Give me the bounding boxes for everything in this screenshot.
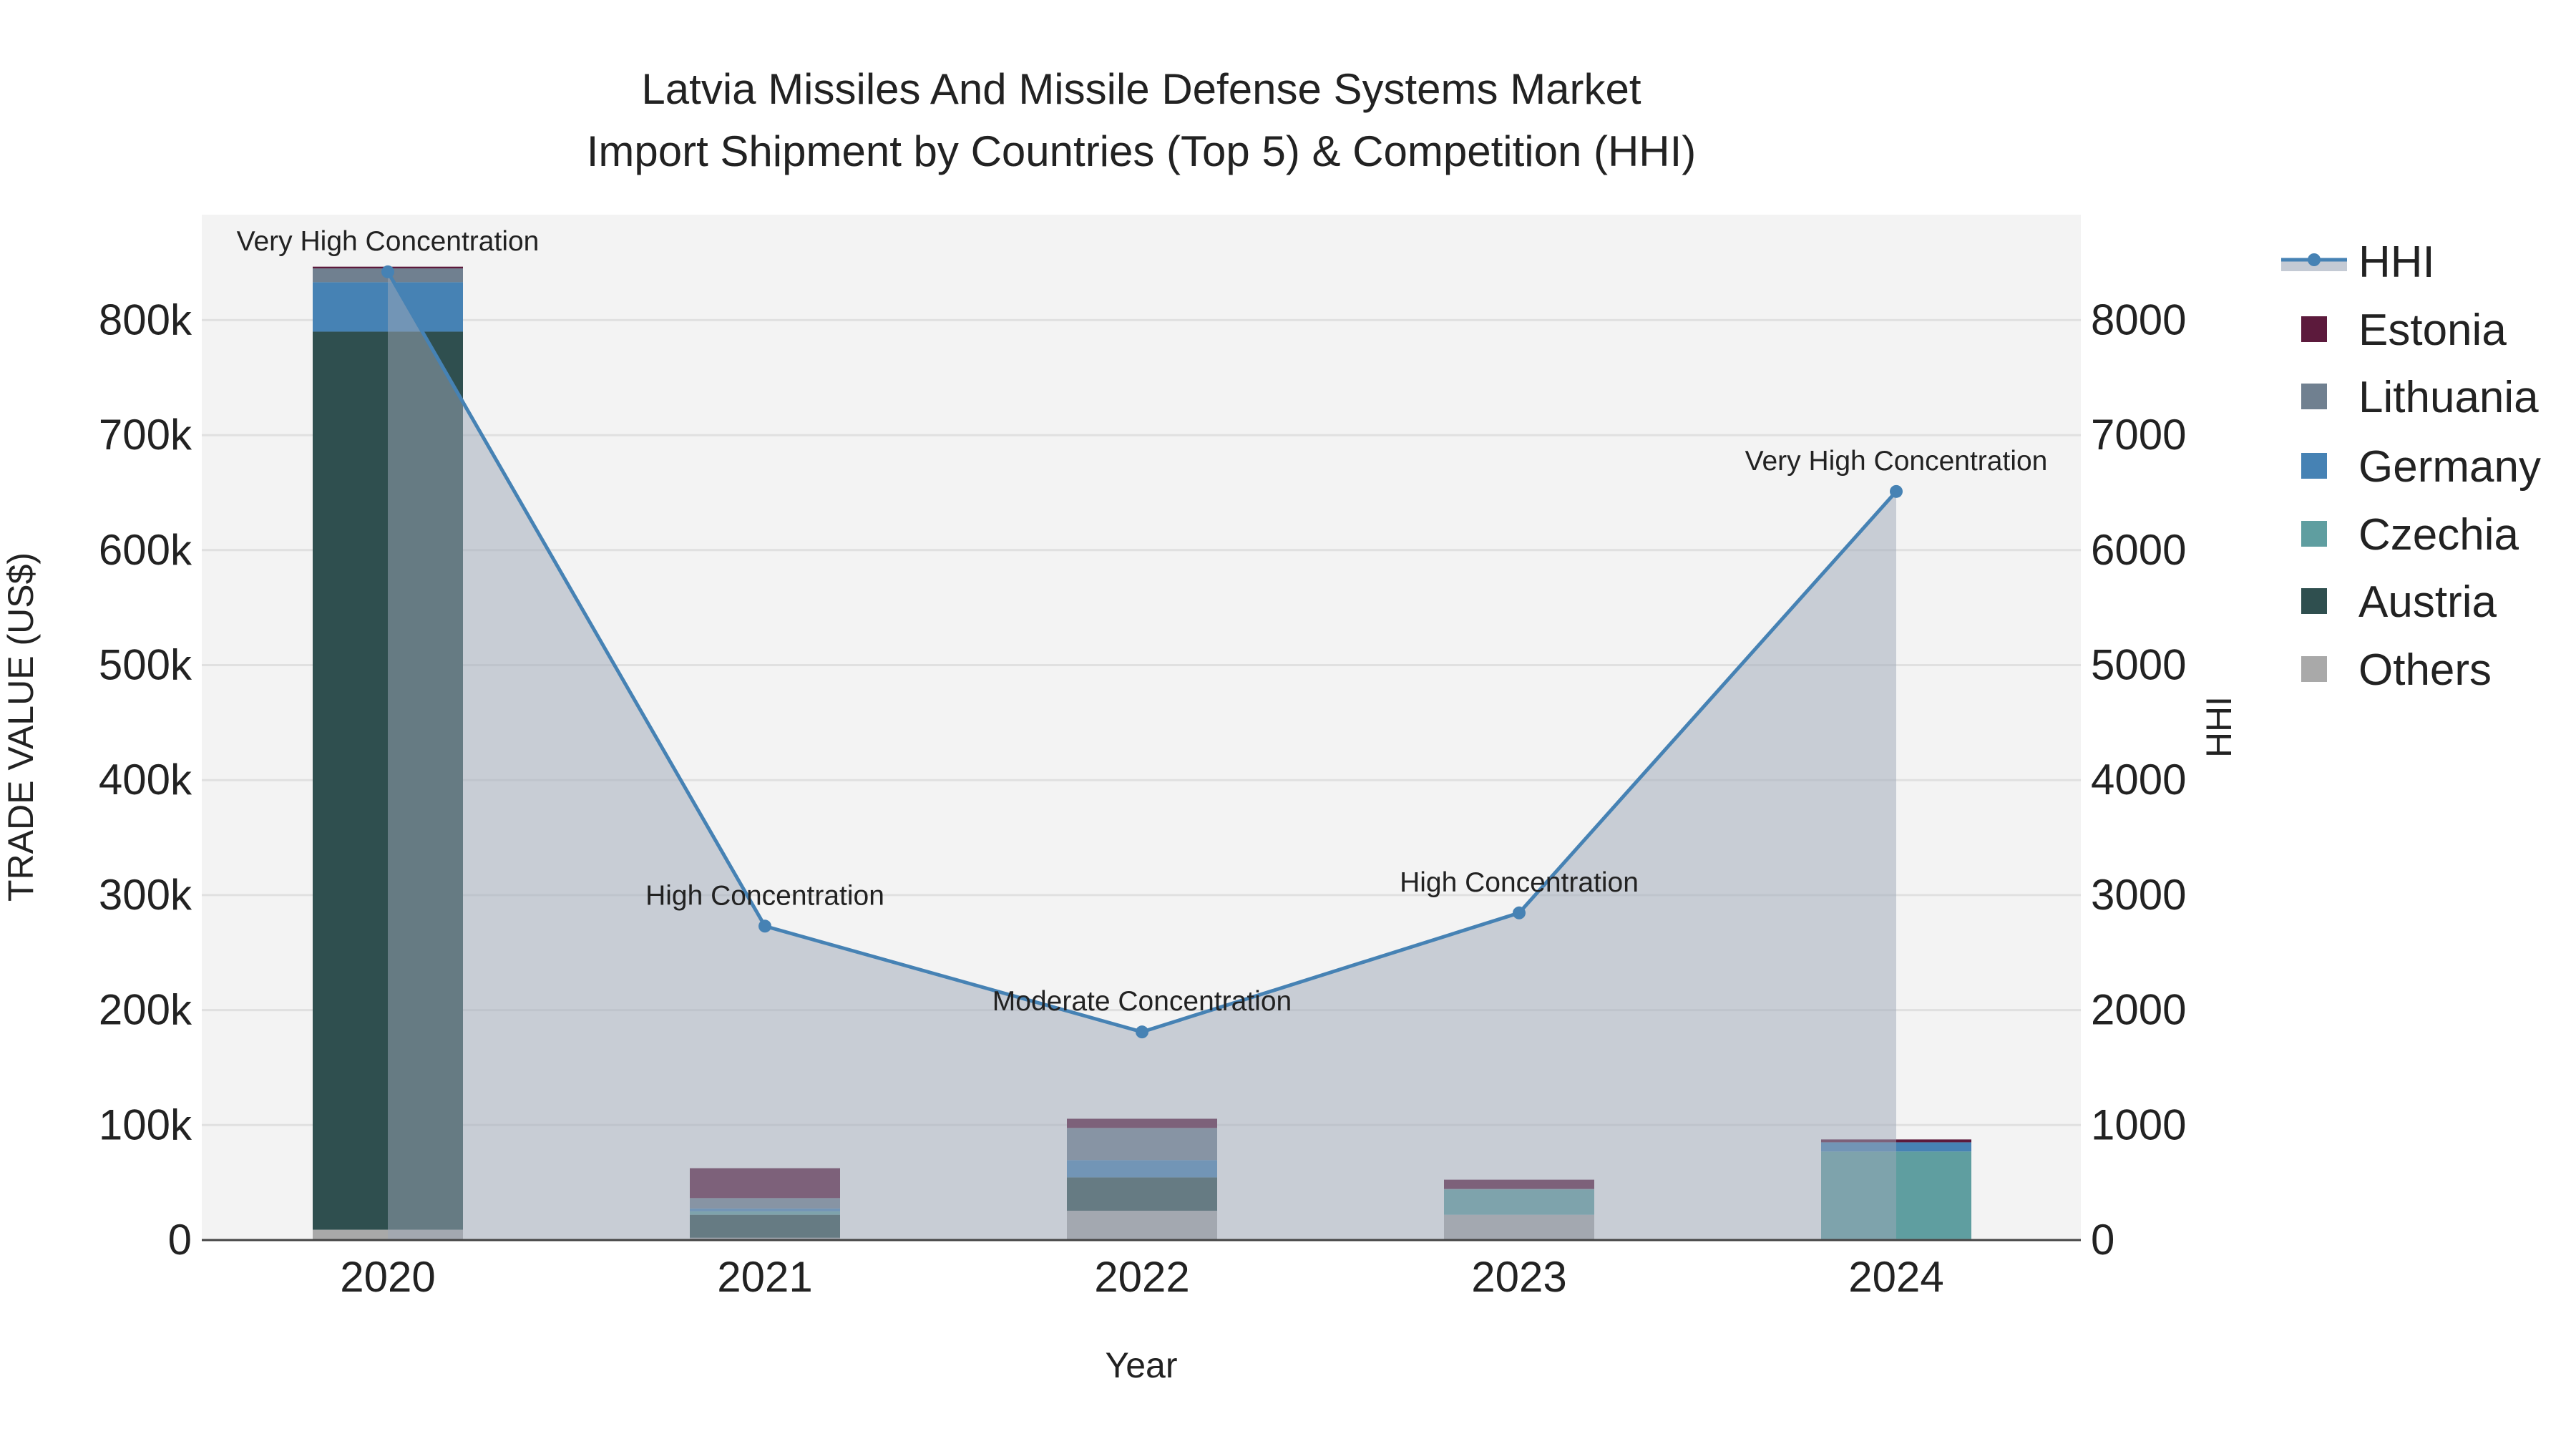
y-tick-label: 600k	[99, 526, 192, 574]
hhi-point	[758, 919, 771, 933]
y-tick-label: 0	[168, 1216, 192, 1264]
legend-label: Germany	[2358, 442, 2541, 492]
y2-tick-label: 6000	[2091, 526, 2186, 574]
y-tick-label: 300k	[99, 871, 192, 919]
legend-swatch-icon	[2301, 453, 2327, 479]
legend-swatch-icon	[2301, 316, 2327, 342]
legend-label: Czechia	[2358, 510, 2519, 560]
legend-swatch-icon	[2301, 588, 2327, 614]
x-tick-label: 2024	[1848, 1253, 1943, 1301]
y2-tick-label: 3000	[2091, 871, 2186, 919]
legend-item-others[interactable]: Others	[2301, 645, 2492, 695]
legend: HHI Estonia Lithuania Germany Czechia Austria…	[2281, 238, 2541, 695]
y2-ticks: 0 1000 2000 3000 4000 5000 6000 7000 8000	[2091, 296, 2186, 1264]
legend-swatch-icon	[2301, 656, 2327, 682]
legend-label: HHI	[2358, 238, 2435, 287]
hhi-annotation: Moderate Concentration	[992, 986, 1292, 1017]
legend-swatch-icon	[2301, 521, 2327, 547]
legend-swatch-icon	[2301, 384, 2327, 409]
x-tick-label: 2021	[717, 1253, 812, 1301]
y2-tick-label: 8000	[2091, 296, 2186, 343]
hhi-trade-chart: Very High Concentration High Concentratio…	[1, 65, 2541, 1385]
x-tick-label: 2020	[340, 1253, 435, 1301]
x-tick-label: 2023	[1471, 1253, 1566, 1301]
hhi-annotation: Very High Concentration	[1745, 446, 2048, 477]
legend-label: Lithuania	[2358, 373, 2539, 422]
hhi-point	[1513, 906, 1526, 919]
legend-label: Estonia	[2358, 306, 2507, 355]
legend-item-czechia[interactable]: Czechia	[2301, 510, 2519, 560]
hhi-point	[1136, 1025, 1148, 1039]
chart-title-line1: Latvia Missiles And Missile Defense Syst…	[641, 65, 1641, 113]
hhi-annotation: High Concentration	[1400, 867, 1639, 898]
legend-item-lithuania[interactable]: Lithuania	[2301, 373, 2539, 422]
hhi-point	[381, 265, 394, 278]
legend-item-austria[interactable]: Austria	[2301, 577, 2497, 627]
legend-hhi-marker-icon	[2308, 253, 2321, 266]
y-ticks: 0 100k 200k 300k 400k 500k 600k 700k 800k	[99, 296, 192, 1264]
y2-tick-label: 1000	[2091, 1101, 2186, 1148]
hhi-annotation: Very High Concentration	[237, 226, 540, 257]
x-axis-title: Year	[1105, 1345, 1177, 1385]
hhi-point	[1890, 484, 1903, 498]
legend-item-germany[interactable]: Germany	[2301, 442, 2541, 492]
y2-tick-label: 7000	[2091, 411, 2186, 459]
y-tick-label: 200k	[99, 986, 192, 1034]
y2-tick-label: 5000	[2091, 641, 2186, 689]
legend-label: Austria	[2358, 577, 2497, 627]
y-tick-label: 500k	[99, 641, 192, 689]
y2-axis-title: HHI	[2199, 696, 2239, 758]
legend-item-estonia[interactable]: Estonia	[2301, 306, 2507, 355]
chart-title-line2: Import Shipment by Countries (Top 5) & C…	[587, 127, 1697, 175]
y-tick-label: 700k	[99, 411, 192, 459]
y2-tick-label: 2000	[2091, 986, 2186, 1034]
x-tick-label: 2022	[1094, 1253, 1189, 1301]
legend-label: Others	[2358, 645, 2492, 695]
hhi-annotation: High Concentration	[645, 880, 884, 911]
y-axis-title: TRADE VALUE (US$)	[1, 552, 41, 902]
y2-tick-label: 0	[2091, 1216, 2114, 1264]
y2-tick-label: 4000	[2091, 756, 2186, 804]
y-tick-label: 800k	[99, 296, 192, 343]
x-ticks: 2020 2021 2022 2023 2024	[340, 1253, 1943, 1301]
legend-item-hhi[interactable]: HHI	[2281, 238, 2435, 287]
y-tick-label: 100k	[99, 1101, 192, 1148]
y-tick-label: 400k	[99, 756, 192, 804]
